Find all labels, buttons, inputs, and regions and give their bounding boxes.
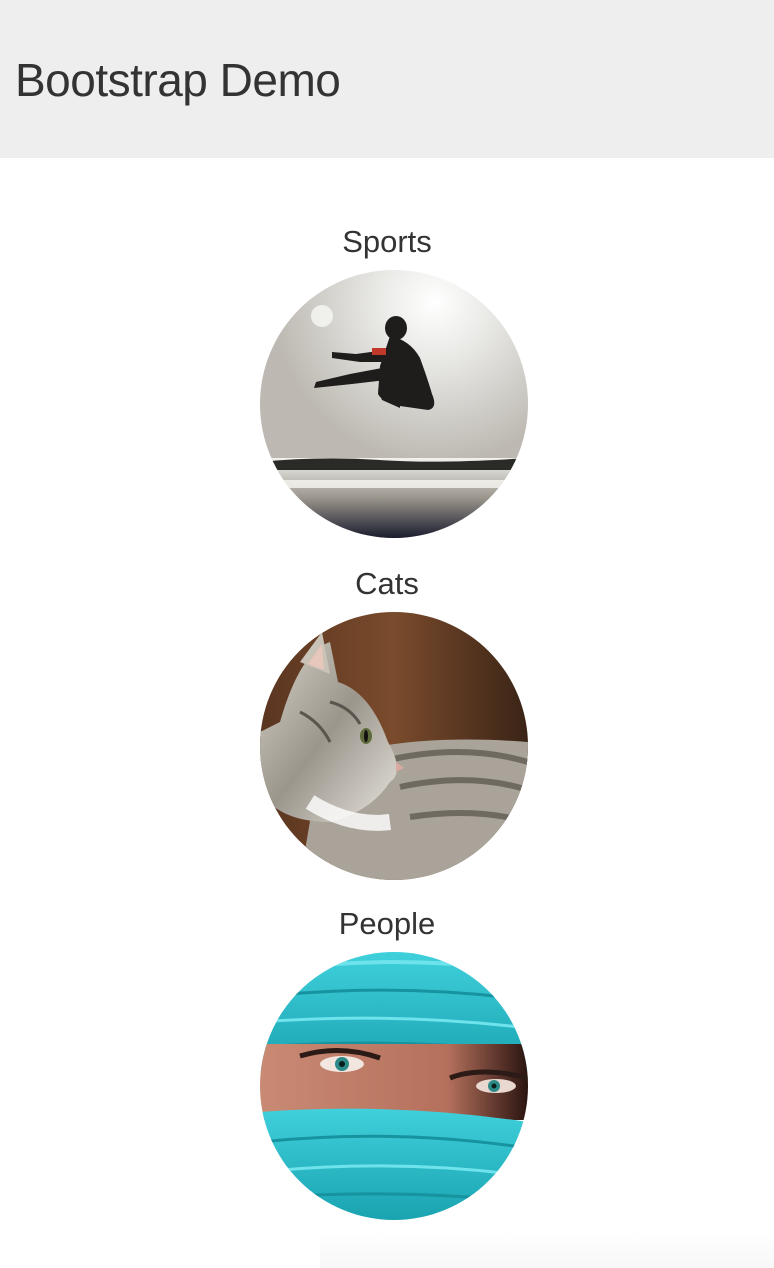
page-title: Bootstrap Demo [15,54,341,106]
bottom-fade [320,1232,774,1268]
section-heading: People [338,906,436,941]
sports-photo [260,270,528,538]
cats-image [260,612,528,880]
section-heading: Sports [342,224,432,259]
sports-image [260,270,528,538]
section-people: People [0,906,774,942]
section-heading: Cats [355,566,419,601]
people-photo [260,952,528,1220]
section-sports: Sports [0,224,774,260]
page-header: Bootstrap Demo [0,0,774,158]
people-image [260,952,528,1220]
cat-photo [260,612,528,880]
section-cats: Cats [0,566,774,602]
